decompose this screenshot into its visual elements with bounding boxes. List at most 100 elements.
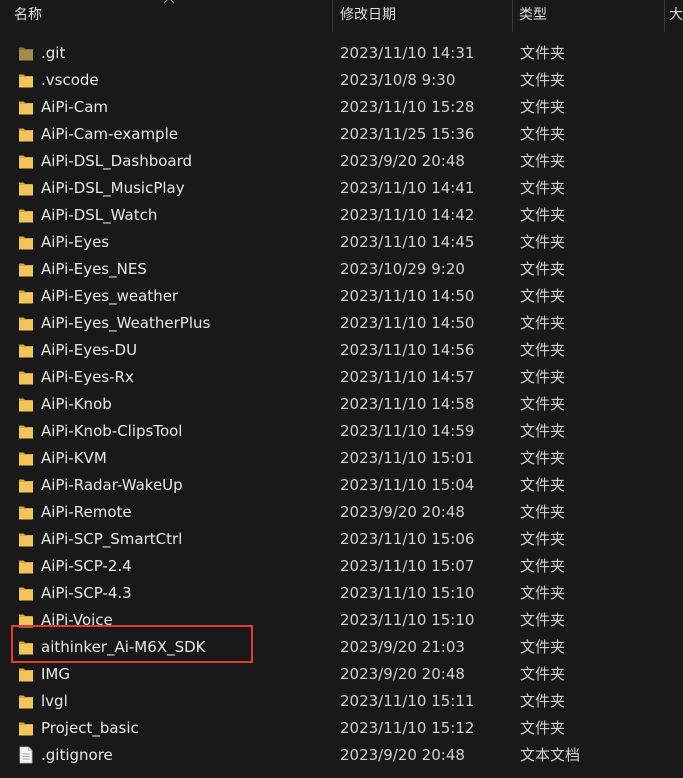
file-date-modified: 2023/11/10 14:50 xyxy=(340,287,475,305)
file-type: 文件夹 xyxy=(520,449,566,467)
file-name: AiPi-Radar-WakeUp xyxy=(41,476,183,494)
file-name: AiPi-Cam-example xyxy=(41,125,178,143)
file-row[interactable]: AiPi-Eyes-Rx 2023/11/10 14:57 文件夹 xyxy=(0,364,683,391)
folder-icon xyxy=(18,476,34,494)
file-row[interactable]: AiPi-DSL_Dashboard 2023/9/20 20:48 文件夹 xyxy=(0,148,683,175)
file-type: 文件夹 xyxy=(520,287,566,305)
column-header-bar: 名称 修改日期 类型 大 xyxy=(0,0,683,32)
file-name: Project_basic xyxy=(41,719,139,737)
file-type: 文本文档 xyxy=(520,746,581,764)
file-type: 文件夹 xyxy=(520,557,566,575)
file-type: 文件夹 xyxy=(520,719,566,737)
file-type: 文件夹 xyxy=(520,179,566,197)
folder-icon xyxy=(18,260,34,278)
file-row[interactable]: AiPi-SCP-2.4 2023/11/10 15:07 文件夹 xyxy=(0,553,683,580)
file-name: IMG xyxy=(41,665,70,683)
folder-icon xyxy=(18,125,34,143)
file-type: 文件夹 xyxy=(520,476,566,494)
file-name: .git xyxy=(41,44,66,62)
file-name: .gitignore xyxy=(41,746,113,764)
folder-icon xyxy=(18,44,34,62)
file-row[interactable]: AiPi-Cam-example 2023/11/25 15:36 文件夹 xyxy=(0,121,683,148)
file-name: AiPi-Eyes-Rx xyxy=(41,368,134,386)
folder-icon xyxy=(18,611,34,629)
file-row[interactable]: Project_basic 2023/11/10 15:12 文件夹 xyxy=(0,715,683,742)
file-name: AiPi-Remote xyxy=(41,503,132,521)
file-row[interactable]: AiPi-Eyes 2023/11/10 14:45 文件夹 xyxy=(0,229,683,256)
file-row[interactable]: AiPi-KVM 2023/11/10 15:01 文件夹 xyxy=(0,445,683,472)
file-row[interactable]: IMG 2023/9/20 20:48 文件夹 xyxy=(0,661,683,688)
file-row[interactable]: AiPi-Voice 2023/11/10 15:10 文件夹 xyxy=(0,607,683,634)
file-type: 文件夹 xyxy=(520,341,566,359)
file-date-modified: 2023/9/20 21:03 xyxy=(340,638,465,656)
file-row[interactable]: AiPi-Remote 2023/9/20 20:48 文件夹 xyxy=(0,499,683,526)
file-name: AiPi-DSL_Dashboard xyxy=(41,152,193,170)
file-row-highlighted[interactable]: aithinker_Ai-M6X_SDK 2023/9/20 21:03 文件夹 xyxy=(0,634,683,661)
folder-icon xyxy=(18,557,34,575)
file-date-modified: 2023/11/10 15:12 xyxy=(340,719,475,737)
folder-icon xyxy=(18,719,34,737)
file-date-modified: 2023/9/20 20:48 xyxy=(340,503,465,521)
file-row[interactable]: AiPi-Knob-ClipsTool 2023/11/10 14:59 文件夹 xyxy=(0,418,683,445)
file-date-modified: 2023/9/20 20:48 xyxy=(340,665,465,683)
file-date-modified: 2023/11/10 15:28 xyxy=(340,98,475,116)
file-name: lvgl xyxy=(41,692,68,710)
folder-icon xyxy=(18,152,34,170)
column-header-name[interactable]: 名称 xyxy=(0,0,332,32)
file-date-modified: 2023/11/10 14:58 xyxy=(340,395,475,413)
folder-icon xyxy=(18,638,34,656)
file-name: AiPi-Knob-ClipsTool xyxy=(41,422,183,440)
file-row[interactable]: .gitignore 2023/9/20 20:48 文本文档 xyxy=(0,742,683,769)
file-type: 文件夹 xyxy=(520,638,566,656)
file-type: 文件夹 xyxy=(520,98,566,116)
file-date-modified: 2023/11/10 15:01 xyxy=(340,449,475,467)
file-type: 文件夹 xyxy=(520,395,566,413)
column-header-size[interactable]: 大 xyxy=(665,0,683,32)
file-row[interactable]: AiPi-Eyes_weather 2023/11/10 14:50 文件夹 xyxy=(0,283,683,310)
file-type: 文件夹 xyxy=(520,692,566,710)
file-date-modified: 2023/10/8 9:30 xyxy=(340,71,456,89)
file-row[interactable]: AiPi-Eyes_NES 2023/10/29 9:20 文件夹 xyxy=(0,256,683,283)
column-header-type[interactable]: 类型 xyxy=(513,0,664,32)
file-type: 文件夹 xyxy=(520,125,566,143)
text-file-icon xyxy=(18,746,34,764)
folder-icon xyxy=(18,692,34,710)
file-type: 文件夹 xyxy=(520,584,566,602)
file-type: 文件夹 xyxy=(520,611,566,629)
file-name: AiPi-Eyes_weather xyxy=(41,287,179,305)
file-row[interactable]: AiPi-SCP-4.3 2023/11/10 15:10 文件夹 xyxy=(0,580,683,607)
file-type: 文件夹 xyxy=(520,503,566,521)
file-row[interactable]: AiPi-SCP_SmartCtrl 2023/11/10 15:06 文件夹 xyxy=(0,526,683,553)
file-type: 文件夹 xyxy=(520,368,566,386)
file-row[interactable]: .git 2023/11/10 14:31 文件夹 xyxy=(0,40,683,67)
file-name: AiPi-SCP-4.3 xyxy=(41,584,132,602)
folder-icon xyxy=(18,584,34,602)
file-type: 文件夹 xyxy=(520,233,566,251)
folder-icon xyxy=(18,449,34,467)
file-date-modified: 2023/11/10 15:07 xyxy=(340,557,475,575)
file-row[interactable]: lvgl 2023/11/10 15:11 文件夹 xyxy=(0,688,683,715)
file-row[interactable]: AiPi-Cam 2023/11/10 15:28 文件夹 xyxy=(0,94,683,121)
folder-icon xyxy=(18,422,34,440)
file-row[interactable]: .vscode 2023/10/8 9:30 文件夹 xyxy=(0,67,683,94)
file-name: AiPi-KVM xyxy=(41,449,107,467)
file-type: 文件夹 xyxy=(520,44,566,62)
column-header-date-modified[interactable]: 修改日期 xyxy=(333,0,512,32)
file-date-modified: 2023/11/10 14:56 xyxy=(340,341,475,359)
file-row[interactable]: AiPi-Radar-WakeUp 2023/11/10 15:04 文件夹 xyxy=(0,472,683,499)
folder-icon xyxy=(18,395,34,413)
file-row[interactable]: AiPi-Eyes-DU 2023/11/10 14:56 文件夹 xyxy=(0,337,683,364)
file-row[interactable]: AiPi-Knob 2023/11/10 14:58 文件夹 xyxy=(0,391,683,418)
file-date-modified: 2023/11/10 15:11 xyxy=(340,692,475,710)
file-row[interactable]: AiPi-DSL_Watch 2023/11/10 14:42 文件夹 xyxy=(0,202,683,229)
file-date-modified: 2023/9/20 20:48 xyxy=(340,152,465,170)
file-name: AiPi-DSL_MusicPlay xyxy=(41,179,185,197)
file-type: 文件夹 xyxy=(520,530,566,548)
file-name: AiPi-SCP_SmartCtrl xyxy=(41,530,183,548)
file-row[interactable]: AiPi-DSL_MusicPlay 2023/11/10 14:41 文件夹 xyxy=(0,175,683,202)
folder-icon xyxy=(18,368,34,386)
file-date-modified: 2023/11/10 14:42 xyxy=(340,206,475,224)
file-row[interactable]: AiPi-Eyes_WeatherPlus 2023/11/10 14:50 文… xyxy=(0,310,683,337)
file-explorer: 名称 修改日期 类型 大 .git 2023/11/10 14:31 文件夹 .… xyxy=(0,0,683,778)
file-name: AiPi-Cam xyxy=(41,98,109,116)
